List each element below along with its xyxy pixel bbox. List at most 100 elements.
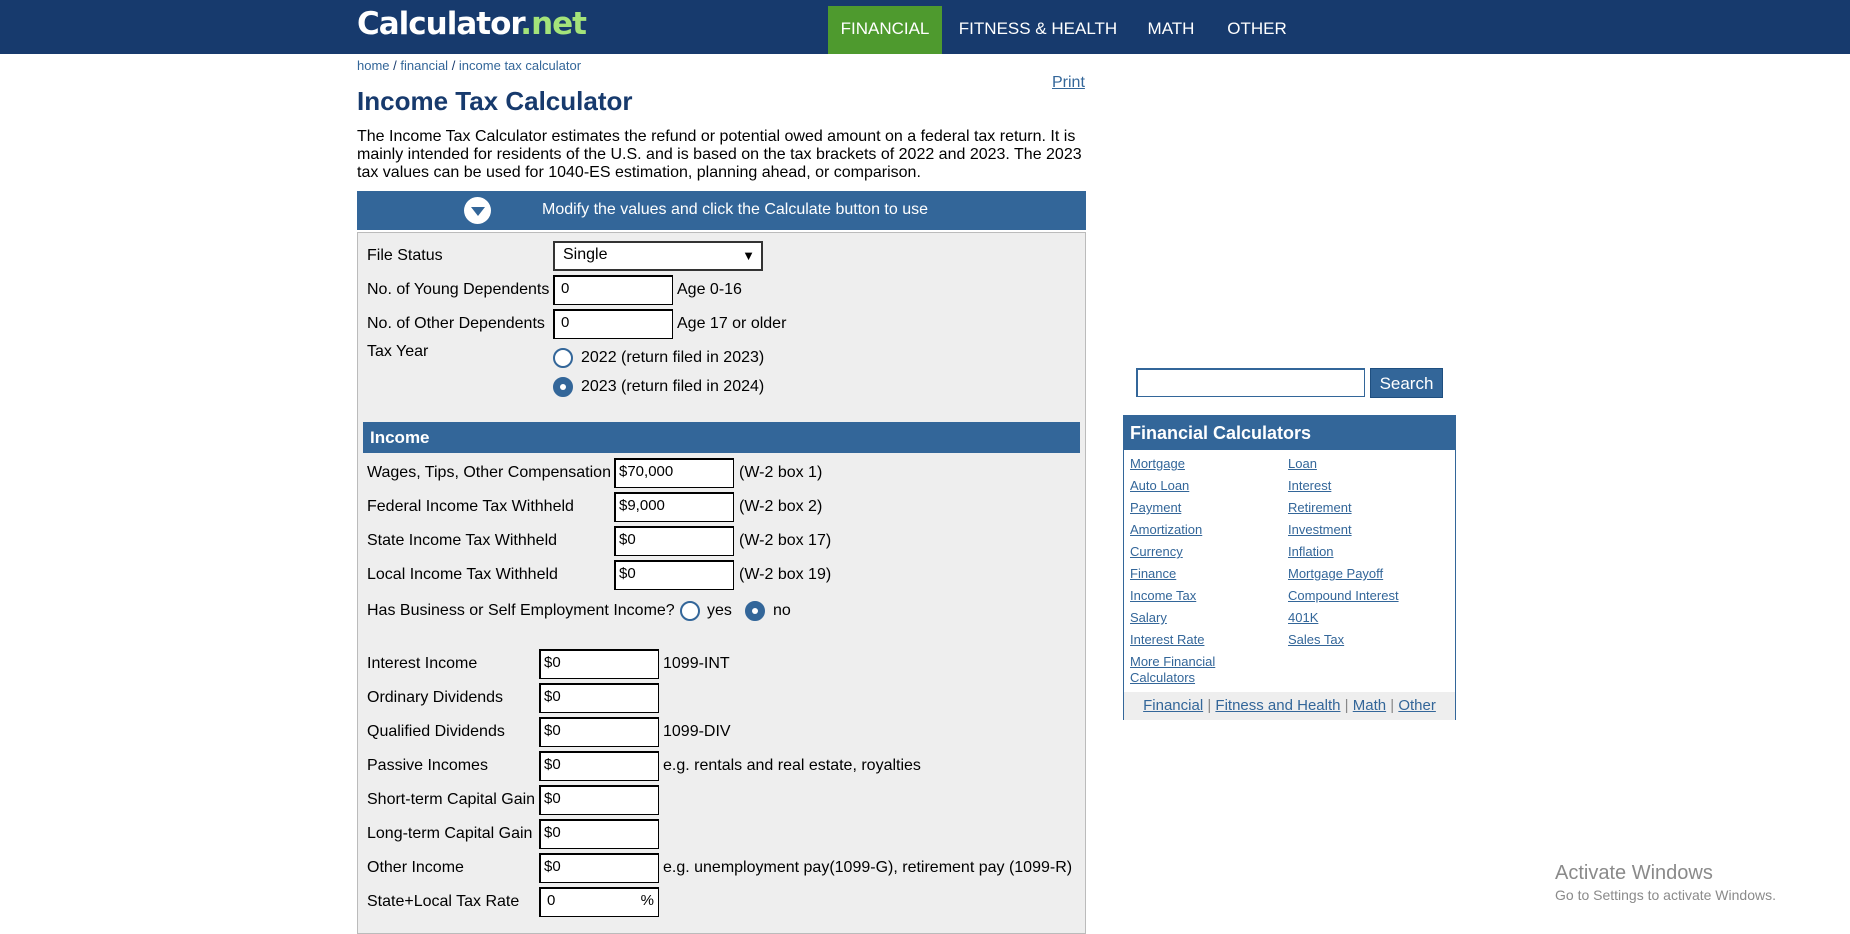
- fin-link-currency[interactable]: Currency: [1130, 544, 1183, 560]
- qualified-dividends-input[interactable]: $0: [539, 717, 659, 747]
- tax-year-2023-label[interactable]: 2023 (return filed in 2024): [581, 378, 764, 396]
- business-income-no-radio[interactable]: [745, 601, 765, 621]
- file-status-select[interactable]: Single ▼: [553, 241, 763, 271]
- nav-other[interactable]: OTHER: [1220, 6, 1294, 54]
- fin-link-salary[interactable]: Salary: [1130, 610, 1167, 626]
- ordinary-dividends-input[interactable]: $0: [539, 683, 659, 713]
- other-income-label: Other Income: [367, 859, 464, 876]
- business-income-no-label[interactable]: no: [773, 602, 791, 620]
- fin-link-investment[interactable]: Investment: [1288, 522, 1352, 538]
- tax-year-2022-radio[interactable]: [553, 348, 573, 368]
- ordinary-dividends-label: Ordinary Dividends: [367, 689, 504, 706]
- fin-link-mortgage[interactable]: Mortgage: [1130, 456, 1185, 472]
- state-local-rate-input[interactable]: 0 %: [539, 887, 659, 917]
- breadcrumb-current[interactable]: income tax calculator: [459, 58, 581, 73]
- windows-activation-title: Activate Windows: [1555, 862, 1713, 884]
- nav-math[interactable]: MATH: [1139, 6, 1203, 54]
- file-status-value: Single: [563, 246, 608, 263]
- fin-link-more-financial[interactable]: More Financial Calculators: [1130, 654, 1240, 686]
- fin-link-retirement[interactable]: Retirement: [1288, 500, 1352, 516]
- federal-withheld-input[interactable]: $9,000: [614, 492, 734, 522]
- qualified-dividends-label: Qualified Dividends: [367, 723, 505, 740]
- local-withheld-input[interactable]: $0: [614, 560, 734, 590]
- financial-calculators-title: Financial Calculators: [1124, 416, 1455, 450]
- local-withheld-label: Local Income Tax Withheld: [367, 566, 558, 583]
- breadcrumb-home[interactable]: home: [357, 58, 390, 73]
- category-links-footer: Financial | Fitness and Health | Math | …: [1124, 692, 1455, 720]
- tax-year-label: Tax Year: [367, 343, 429, 360]
- intro-text: The Income Tax Calculator estimates the …: [357, 128, 1082, 181]
- long-term-gain-input[interactable]: $0: [539, 819, 659, 849]
- file-status-label: File Status: [367, 247, 443, 264]
- fin-link-auto-loan[interactable]: Auto Loan: [1130, 478, 1189, 494]
- logo-text: Calculator: [357, 6, 521, 42]
- percent-unit: %: [640, 892, 654, 909]
- young-dependents-input[interactable]: 0: [553, 275, 673, 305]
- category-link-math[interactable]: Math: [1353, 697, 1386, 714]
- breadcrumb: home / financial / income tax calculator: [357, 58, 581, 73]
- windows-activation-subtitle: Go to Settings to activate Windows.: [1555, 887, 1776, 903]
- wages-input[interactable]: $70,000: [614, 458, 734, 488]
- other-income-input[interactable]: $0: [539, 853, 659, 883]
- state-local-rate-value: 0: [547, 892, 556, 909]
- tax-year-2022-label[interactable]: 2022 (return filed in 2023): [581, 349, 764, 367]
- fin-link-payment[interactable]: Payment: [1130, 500, 1181, 516]
- fin-link-interest[interactable]: Interest: [1288, 478, 1331, 494]
- search-button[interactable]: Search: [1370, 368, 1443, 398]
- business-income-yes-radio[interactable]: [680, 601, 700, 621]
- tax-year-2023-radio[interactable]: [553, 377, 573, 397]
- income-section-header: Income: [363, 422, 1080, 453]
- other-dependents-hint: Age 17 or older: [677, 315, 787, 332]
- chevron-down-icon: ▼: [742, 248, 755, 263]
- passive-incomes-input[interactable]: $0: [539, 751, 659, 781]
- category-separator: |: [1390, 697, 1395, 714]
- modify-values-text: Modify the values and click the Calculat…: [542, 201, 928, 218]
- state-withheld-label: State Income Tax Withheld: [367, 532, 558, 549]
- modify-values-bar[interactable]: Modify the values and click the Calculat…: [357, 191, 1086, 230]
- fin-link-income-tax[interactable]: Income Tax: [1130, 588, 1196, 604]
- federal-withheld-label: Federal Income Tax Withheld: [367, 498, 574, 515]
- local-withheld-hint: (W-2 box 19): [739, 566, 832, 583]
- site-logo[interactable]: Calculator.net: [357, 6, 587, 42]
- state-withheld-hint: (W-2 box 17): [739, 532, 832, 549]
- wages-label: Wages, Tips, Other Compensation: [367, 464, 611, 481]
- young-dependents-hint: Age 0-16: [677, 281, 742, 298]
- fin-link-sales-tax[interactable]: Sales Tax: [1288, 632, 1344, 648]
- page-title: Income Tax Calculator: [357, 86, 633, 116]
- print-link[interactable]: Print: [1052, 74, 1085, 92]
- logo-tld: net: [531, 6, 587, 42]
- chevron-down-circle-icon[interactable]: [464, 197, 491, 224]
- category-link-financial[interactable]: Financial: [1143, 697, 1203, 714]
- nav-fitness-health[interactable]: FITNESS & HEALTH: [954, 6, 1122, 54]
- fin-link-compound-interest[interactable]: Compound Interest: [1288, 588, 1399, 604]
- young-dependents-label: No. of Young Dependents: [367, 281, 550, 298]
- state-withheld-input[interactable]: $0: [614, 526, 734, 556]
- nav-financial[interactable]: FINANCIAL: [828, 6, 942, 54]
- fin-link-inflation[interactable]: Inflation: [1288, 544, 1334, 560]
- business-income-label: Has Business or Self Employment Income?: [367, 602, 675, 619]
- fin-link-interest-rate[interactable]: Interest Rate: [1130, 632, 1204, 648]
- category-separator: |: [1207, 697, 1212, 714]
- state-local-rate-label: State+Local Tax Rate: [367, 893, 520, 910]
- breadcrumb-separator: /: [448, 58, 459, 73]
- breadcrumb-financial[interactable]: financial: [400, 58, 448, 73]
- interest-income-label: Interest Income: [367, 655, 478, 672]
- fin-link-finance[interactable]: Finance: [1130, 566, 1176, 582]
- category-link-other[interactable]: Other: [1398, 697, 1436, 714]
- interest-income-hint: 1099-INT: [663, 655, 730, 672]
- business-income-yes-label[interactable]: yes: [707, 602, 732, 620]
- search-input[interactable]: [1136, 368, 1365, 397]
- fin-link-amortization[interactable]: Amortization: [1130, 522, 1202, 538]
- other-dependents-input[interactable]: 0: [553, 309, 673, 339]
- short-term-gain-label: Short-term Capital Gain: [367, 791, 536, 808]
- federal-withheld-hint: (W-2 box 2): [739, 498, 823, 515]
- other-dependents-label: No. of Other Dependents: [367, 315, 545, 332]
- category-separator: |: [1344, 697, 1349, 714]
- breadcrumb-separator: /: [389, 58, 401, 73]
- short-term-gain-input[interactable]: $0: [539, 785, 659, 815]
- category-link-fitness-health[interactable]: Fitness and Health: [1215, 697, 1340, 714]
- fin-link-loan[interactable]: Loan: [1288, 456, 1317, 472]
- interest-income-input[interactable]: $0: [539, 649, 659, 679]
- fin-link-401k[interactable]: 401K: [1288, 610, 1318, 626]
- fin-link-mortgage-payoff[interactable]: Mortgage Payoff: [1288, 566, 1383, 582]
